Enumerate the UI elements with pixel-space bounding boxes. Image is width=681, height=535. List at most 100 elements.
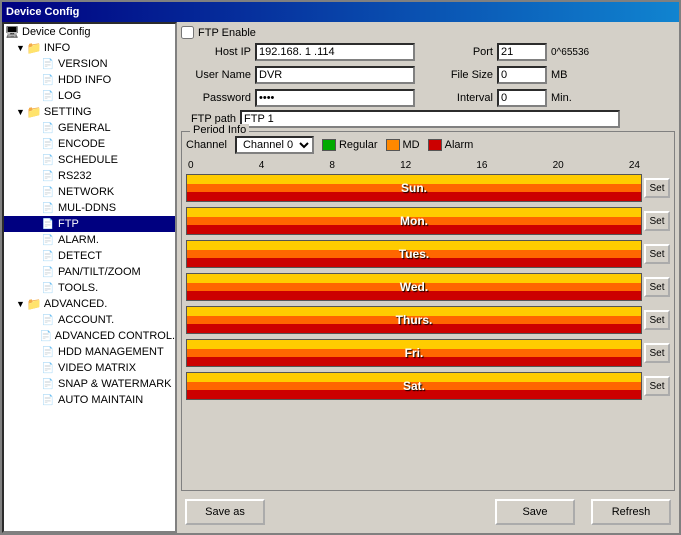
sidebar-item-label: VIDEO MATRIX [58,362,136,374]
doc-icon: 📄 [40,57,56,71]
sidebar-item-label: SCHEDULE [58,154,118,166]
doc-icon: 📄 [40,265,56,279]
sidebar-item-account[interactable]: 📄ACCOUNT. [4,312,175,328]
sidebar-item-auto-maintain[interactable]: 📄AUTO MAINTAIN [4,392,175,408]
timeline-stripes [187,241,641,267]
doc-icon: 📄 [40,313,56,327]
stripe-red [187,324,641,333]
legend-regular-label: Regular [339,139,378,151]
set-button-1[interactable]: Set [644,211,670,231]
set-button-5[interactable]: Set [644,343,670,363]
password-input[interactable] [255,89,415,107]
channel-select[interactable]: Channel 0 Channel 1 Channel 2 Channel 3 [235,136,314,154]
sidebar-item-version[interactable]: 📄VERSION [4,56,175,72]
day-timeline-4[interactable]: Thurs. [186,306,642,334]
host-ip-input[interactable] [255,43,415,61]
interval-input[interactable] [497,89,547,107]
set-button-4[interactable]: Set [644,310,670,330]
username-row: User Name [181,66,415,84]
stripe-orange [187,382,641,391]
refresh-button[interactable]: Refresh [591,499,671,525]
stripe-orange [187,283,641,292]
interval-unit: Min. [551,92,572,104]
sidebar-item-label: NETWORK [58,186,114,198]
doc-icon: 📄 [40,73,56,87]
sidebar-item-label: ALARM. [58,234,99,246]
sidebar-item-info[interactable]: ▼📁INFO [4,40,175,56]
stripe-red [187,390,641,399]
doc-icon: 📄 [39,329,53,343]
expand-icon: ▼ [16,43,25,53]
timeline-stripes [187,274,641,300]
save-as-button[interactable]: Save as [185,499,265,525]
sidebar-item-log[interactable]: 📄LOG [4,88,175,104]
day-timeline-6[interactable]: Sat. [186,372,642,400]
sidebar-item-ftp[interactable]: 📄FTP [4,216,175,232]
stripe-orange [187,217,641,226]
sidebar-item-encode[interactable]: 📄ENCODE [4,136,175,152]
sidebar-item-mul-ddns[interactable]: 📄MUL-DDNS [4,200,175,216]
legend-alarm: Alarm [428,139,474,151]
sidebar-item-schedule[interactable]: 📄SCHEDULE [4,152,175,168]
day-timeline-0[interactable]: Sun. [186,174,642,202]
doc-icon: 📄 [40,137,56,151]
day-timeline-2[interactable]: Tues. [186,240,642,268]
day-timeline-1[interactable]: Mon. [186,207,642,235]
sidebar-item-general[interactable]: 📄GENERAL [4,120,175,136]
stripe-orange [187,349,641,358]
doc-icon: 📄 [40,185,56,199]
port-input[interactable] [497,43,547,61]
set-button-3[interactable]: Set [644,277,670,297]
form-right: Port 0^65536 File Size MB Interval [423,43,589,109]
day-timeline-3[interactable]: Wed. [186,273,642,301]
sidebar-item-advanced[interactable]: ▼📁ADVANCED. [4,296,175,312]
period-info-group: Period Info Channel Channel 0 Channel 1 … [181,131,675,491]
sidebar-item-label: VERSION [58,58,108,70]
sidebar-item-label: ADVANCED CONTROL. [55,330,175,342]
sidebar-item-hdd-info[interactable]: 📄HDD INFO [4,72,175,88]
expand-icon: ▼ [16,299,25,309]
sidebar-item-alarm[interactable]: 📄ALARM. [4,232,175,248]
legend-md: MD [386,139,420,151]
folder-icon: 📁 [26,41,42,55]
legend-regular: Regular [322,139,378,151]
username-label: User Name [181,69,251,81]
day-row-wed: Wed.Set [186,271,670,303]
sidebar-item-tools[interactable]: 📄TOOLS. [4,280,175,296]
main-window: Device Config 🖥Device Config▼📁INFO📄VERSI… [0,0,681,535]
port-row: Port 0^65536 [423,43,589,61]
sidebar-item-label: Device Config [22,26,90,38]
username-input[interactable] [255,66,415,84]
ftp-enable-label: FTP Enable [198,27,256,39]
ftp-enable-checkbox[interactable] [181,26,194,39]
set-button-6[interactable]: Set [644,376,670,396]
ftp-path-input[interactable] [240,110,620,128]
sidebar-item-label: HDD MANAGEMENT [58,346,164,358]
sidebar-item-setting[interactable]: ▼📁SETTING [4,104,175,120]
sidebar-item-snap-watermark[interactable]: 📄SNAP & WATERMARK [4,376,175,392]
sidebar-item-device-config[interactable]: 🖥Device Config [4,24,175,40]
sidebar-item-label: PAN/TILT/ZOOM [58,266,141,278]
sidebar-item-pan-tilt-zoom[interactable]: 📄PAN/TILT/ZOOM [4,264,175,280]
doc-icon: 📄 [40,201,56,215]
two-col-form: Host IP User Name Password [181,43,675,109]
sidebar-item-hdd-management[interactable]: 📄HDD MANAGEMENT [4,344,175,360]
set-button-2[interactable]: Set [644,244,670,264]
day-timeline-5[interactable]: Fri. [186,339,642,367]
ftp-enable-row: FTP Enable [181,26,675,39]
sidebar-item-detect[interactable]: 📄DETECT [4,248,175,264]
channel-label: Channel [186,139,227,151]
legend-md-box [386,139,400,151]
timeline-stripes [187,175,641,201]
file-size-input[interactable] [497,66,547,84]
stripe-red [187,357,641,366]
password-row: Password [181,89,415,107]
sidebar-item-rs232[interactable]: 📄RS232 [4,168,175,184]
set-button-0[interactable]: Set [644,178,670,198]
sidebar-item-video-matrix[interactable]: 📄VIDEO MATRIX [4,360,175,376]
sidebar-item-advanced-control[interactable]: 📄ADVANCED CONTROL. [4,328,175,344]
save-button[interactable]: Save [495,499,575,525]
stripe-orange [187,316,641,325]
sidebar-item-network[interactable]: 📄NETWORK [4,184,175,200]
sidebar-item-label: TOOLS. [58,282,98,294]
